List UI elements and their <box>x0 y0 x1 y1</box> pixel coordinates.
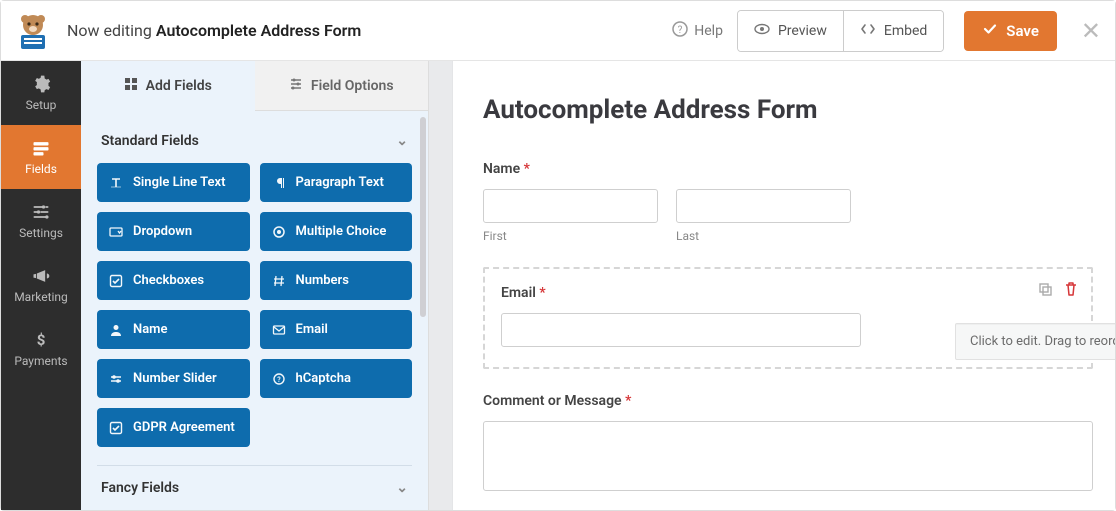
form-preview: Autocomplete Address Form Name * First L… <box>453 61 1115 510</box>
field-numbers[interactable]: Numbers <box>260 261 413 300</box>
eye-icon <box>754 21 770 41</box>
section-fancy-fields[interactable]: Fancy Fields ⌄ <box>97 466 412 504</box>
bullhorn-icon <box>31 266 51 286</box>
edit-tooltip: Click to edit. Drag to reorder. <box>955 323 1115 360</box>
tab-field-options[interactable]: Field Options <box>255 61 429 111</box>
close-button[interactable]: ✕ <box>1081 19 1101 43</box>
editing-label: Now editing Autocomplete Address Form <box>67 21 361 40</box>
dollar-icon: $ <box>31 330 51 350</box>
field-gdpr-agreement[interactable]: GDPR Agreement <box>97 408 250 447</box>
panel-scrollbar[interactable] <box>420 111 426 510</box>
person-icon <box>109 323 123 337</box>
svg-text:?: ? <box>277 376 281 384</box>
svg-text:?: ? <box>678 25 683 36</box>
form-icon <box>31 138 51 158</box>
radio-icon <box>272 225 286 239</box>
topbar: Now editing Autocomplete Address Form ? … <box>1 1 1115 61</box>
last-name-input[interactable] <box>676 189 851 223</box>
check-icon <box>109 421 123 435</box>
required-mark: * <box>539 285 545 301</box>
rail-setup[interactable]: Setup <box>1 61 81 125</box>
comment-field-block[interactable]: Comment or Message * <box>483 393 1093 495</box>
form-title: Autocomplete Address Form <box>483 95 1097 125</box>
first-sublabel: First <box>483 229 658 243</box>
help-icon: ? <box>672 21 688 41</box>
first-name-input[interactable] <box>483 189 658 223</box>
help-link[interactable]: ? Help <box>672 21 723 41</box>
mail-icon <box>272 323 286 337</box>
duplicate-icon[interactable] <box>1037 281 1053 301</box>
trash-icon[interactable] <box>1063 281 1079 301</box>
gear-icon <box>31 74 51 94</box>
embed-icon <box>860 21 876 41</box>
field-multiple-choice[interactable]: Multiple Choice <box>260 212 413 251</box>
preview-embed-group: Preview Embed <box>737 10 944 52</box>
name-label: Name * <box>483 161 1093 177</box>
embed-button[interactable]: Embed <box>843 11 943 51</box>
rail-marketing[interactable]: Marketing <box>1 253 81 317</box>
check-icon <box>109 274 123 288</box>
form-name[interactable]: Autocomplete Address Form <box>156 21 361 40</box>
svg-text:$: $ <box>37 331 46 349</box>
fields-panel: Add Fields Field Options Standard Fields… <box>81 61 429 510</box>
required-mark: * <box>625 393 631 409</box>
preview-button[interactable]: Preview <box>738 11 843 51</box>
last-sublabel: Last <box>676 229 851 243</box>
scrollbar-thumb[interactable] <box>420 117 426 317</box>
chevron-down-icon: ⌄ <box>396 480 408 496</box>
check-icon <box>982 21 998 41</box>
app-logo <box>9 7 57 55</box>
comment-textarea[interactable] <box>483 421 1093 491</box>
sidebar-rail: Setup Fields Settings Marketing $ Paymen… <box>1 61 81 510</box>
field-name[interactable]: Name <box>97 310 250 349</box>
paragraph-icon <box>272 176 286 190</box>
slider-icon <box>109 372 123 386</box>
rail-fields[interactable]: Fields <box>1 125 81 189</box>
field-dropdown[interactable]: Dropdown <box>97 212 250 251</box>
section-standard-fields[interactable]: Standard Fields ⌄ <box>97 119 412 157</box>
email-label: Email * <box>501 285 1075 301</box>
comment-label: Comment or Message * <box>483 393 1093 409</box>
field-number-slider[interactable]: Number Slider <box>97 359 250 398</box>
rail-payments[interactable]: $ Payments <box>1 317 81 381</box>
text-icon <box>109 176 123 190</box>
save-button[interactable]: Save <box>964 11 1057 51</box>
sliders-icon <box>31 202 51 222</box>
email-field-block[interactable]: Email * Click to edit. Drag to reorder. <box>483 267 1093 369</box>
dropdown-icon <box>109 225 123 239</box>
field-single-line-text[interactable]: Single Line Text <box>97 163 250 202</box>
sliders-icon <box>289 77 303 95</box>
grid-icon <box>124 77 138 95</box>
tab-add-fields[interactable]: Add Fields <box>81 61 255 111</box>
rail-settings[interactable]: Settings <box>1 189 81 253</box>
hash-icon <box>272 274 286 288</box>
field-hcaptcha[interactable]: ?hCaptcha <box>260 359 413 398</box>
email-input[interactable] <box>501 313 861 347</box>
field-checkboxes[interactable]: Checkboxes <box>97 261 250 300</box>
form-canvas: Autocomplete Address Form Name * First L… <box>429 61 1115 510</box>
field-email[interactable]: Email <box>260 310 413 349</box>
field-paragraph-text[interactable]: Paragraph Text <box>260 163 413 202</box>
required-mark: * <box>524 161 530 177</box>
chevron-down-icon: ⌄ <box>396 133 408 149</box>
shield-icon: ? <box>272 372 286 386</box>
name-field-block[interactable]: Name * First Last <box>483 161 1093 243</box>
